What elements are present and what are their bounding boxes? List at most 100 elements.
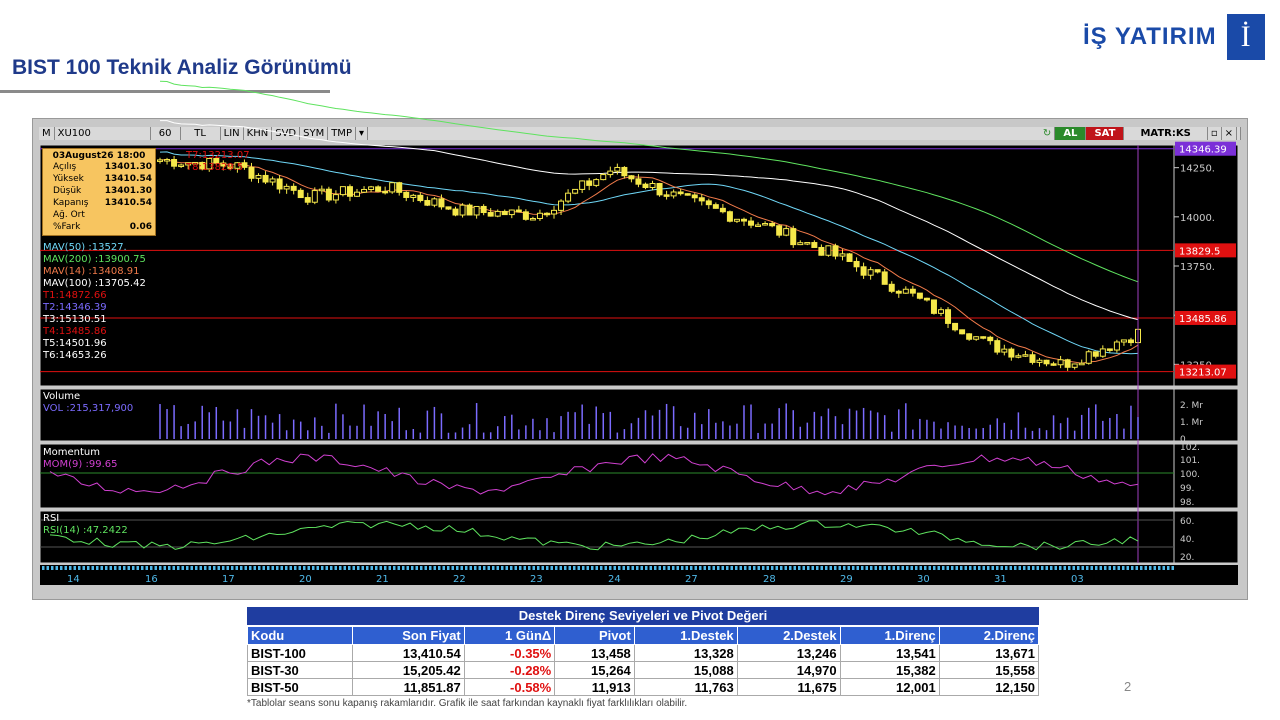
pivot-header: 2.Direnç	[938, 626, 1040, 645]
date-tick	[757, 566, 760, 570]
volume-axis-label: 1. Mr	[1180, 418, 1203, 428]
date-tick	[685, 566, 688, 570]
date-tick	[937, 566, 940, 570]
candle-body	[283, 185, 290, 190]
date-tick	[591, 566, 594, 570]
date-tick	[703, 566, 706, 570]
pivot-table-caption: Destek Direnç Seviyeleri ve Pivot Değeri	[247, 607, 1039, 625]
date-tick	[217, 566, 220, 570]
pivot-cell: 13,541	[839, 644, 940, 662]
candle-body	[1001, 348, 1008, 353]
candle-body	[382, 190, 389, 194]
pivot-cell: 15,088	[633, 661, 738, 679]
date-tick	[249, 566, 252, 570]
candle-body	[339, 186, 346, 196]
date-label: 27	[685, 574, 698, 585]
date-tick	[811, 566, 814, 570]
rsi-axis-label: 40.	[1180, 535, 1194, 545]
date-tick	[361, 566, 364, 570]
date-tick	[1131, 566, 1134, 570]
candle-body	[558, 200, 565, 211]
date-tick	[289, 566, 292, 570]
date-tick	[42, 566, 45, 570]
info-label: Yüksek	[53, 174, 84, 184]
candle-body	[487, 212, 494, 217]
date-tick	[942, 566, 945, 570]
pivot-cell: BIST-30	[246, 661, 354, 679]
candle-body	[642, 183, 649, 189]
candle-body	[607, 170, 614, 176]
date-tick	[429, 566, 432, 570]
legend-t5: T5:14501.96	[43, 338, 107, 349]
date-tick	[888, 566, 891, 570]
date-tick	[555, 566, 558, 570]
candle-body	[748, 220, 755, 226]
date-tick	[847, 566, 850, 570]
date-tick	[438, 566, 441, 570]
candle-body	[396, 182, 403, 193]
info-value: 13401.30	[104, 186, 152, 196]
date-tick	[1144, 566, 1147, 570]
date-tick	[231, 566, 234, 570]
candle-body	[586, 180, 593, 186]
date-tick	[150, 566, 153, 570]
date-label: 20	[299, 574, 312, 585]
rsi-panel	[39, 510, 1175, 564]
date-tick	[537, 566, 540, 570]
date-tick	[1167, 566, 1170, 570]
date-tick	[676, 566, 679, 570]
date-tick	[595, 566, 598, 570]
date-tick	[528, 566, 531, 570]
date-tick	[784, 566, 787, 570]
date-tick	[402, 566, 405, 570]
info-row: %Fark 0.06	[43, 221, 155, 233]
date-tick	[798, 566, 801, 570]
date-tick	[375, 566, 378, 570]
date-tick	[663, 566, 666, 570]
momentum-axis-label: 98.	[1180, 498, 1194, 508]
date-tick	[267, 566, 270, 570]
rsi-title: RSI	[43, 513, 60, 524]
date-tick	[114, 566, 117, 570]
momentum-axis-label: 101.	[1180, 456, 1200, 466]
date-tick	[91, 566, 94, 570]
candle-body	[480, 205, 487, 214]
info-label: Kapanış	[53, 198, 89, 208]
date-tick	[775, 566, 778, 570]
candle-body	[888, 283, 895, 292]
date-tick	[708, 566, 711, 570]
candle-body	[684, 193, 691, 196]
date-tick	[559, 566, 562, 570]
date-tick	[1135, 566, 1138, 570]
candle-body	[1099, 348, 1106, 357]
date-tick	[726, 566, 729, 570]
volume-axis-panel	[1173, 388, 1239, 442]
date-tick	[910, 566, 913, 570]
candle-body	[473, 205, 480, 216]
info-date: 03August26 18:00	[52, 151, 146, 161]
date-tick	[492, 566, 495, 570]
date-tick	[1050, 566, 1053, 570]
candle-body	[987, 336, 994, 342]
date-tick	[672, 566, 675, 570]
date-label: 31	[994, 574, 1007, 585]
date-tick	[339, 566, 342, 570]
candle-body	[952, 322, 959, 331]
date-tick	[618, 566, 621, 570]
date-tick	[636, 566, 639, 570]
date-tick	[199, 566, 202, 570]
date-label: 22	[453, 574, 466, 585]
date-tick	[325, 566, 328, 570]
date-tick	[307, 566, 310, 570]
info-value: 0.06	[129, 222, 152, 232]
candle-body	[579, 180, 586, 190]
candle-body	[966, 333, 973, 340]
candle-body	[902, 288, 909, 294]
candle-body	[895, 290, 902, 294]
legend-t8: T8:13829.5	[186, 162, 244, 173]
date-tick	[262, 566, 265, 570]
pivot-cell: 15,205.42	[352, 661, 465, 679]
date-tick	[1045, 566, 1048, 570]
candle-body	[635, 178, 642, 185]
candle-body	[846, 253, 853, 262]
